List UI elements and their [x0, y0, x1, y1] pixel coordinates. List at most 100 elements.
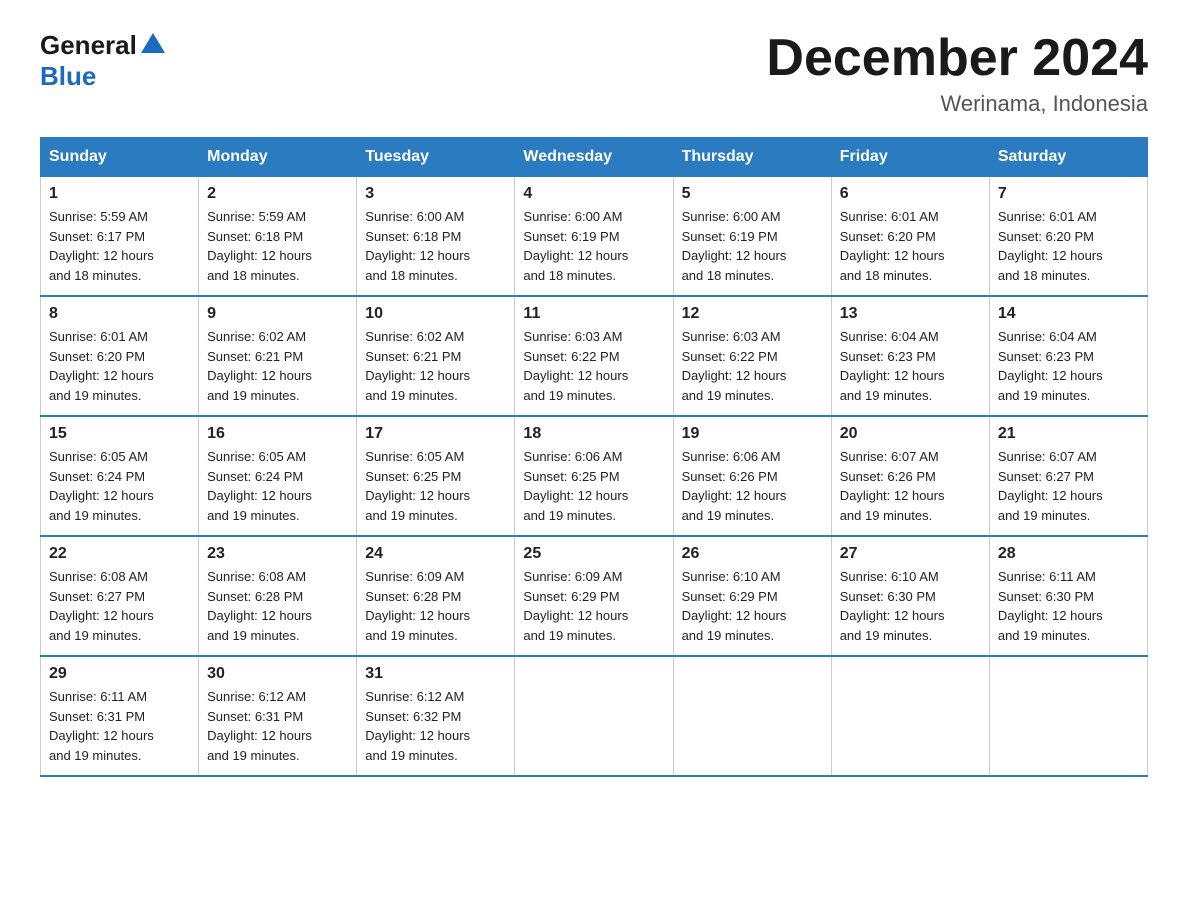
calendar-day-cell	[831, 656, 989, 776]
calendar-day-cell: 9 Sunrise: 6:02 AM Sunset: 6:21 PM Dayli…	[199, 296, 357, 416]
day-number: 19	[682, 425, 823, 443]
day-info: Sunrise: 6:01 AM Sunset: 6:20 PM Dayligh…	[998, 207, 1139, 285]
day-info: Sunrise: 6:09 AM Sunset: 6:28 PM Dayligh…	[365, 567, 506, 645]
calendar-day-cell	[515, 656, 673, 776]
day-number: 1	[49, 185, 190, 203]
day-number: 25	[523, 545, 664, 563]
calendar-week-row: 15 Sunrise: 6:05 AM Sunset: 6:24 PM Dayl…	[41, 416, 1148, 536]
day-number: 28	[998, 545, 1139, 563]
day-number: 4	[523, 185, 664, 203]
day-number: 7	[998, 185, 1139, 203]
calendar-day-cell: 10 Sunrise: 6:02 AM Sunset: 6:21 PM Dayl…	[357, 296, 515, 416]
day-number: 14	[998, 305, 1139, 323]
calendar-day-cell: 12 Sunrise: 6:03 AM Sunset: 6:22 PM Dayl…	[673, 296, 831, 416]
day-info: Sunrise: 6:09 AM Sunset: 6:29 PM Dayligh…	[523, 567, 664, 645]
calendar-day-cell: 31 Sunrise: 6:12 AM Sunset: 6:32 PM Dayl…	[357, 656, 515, 776]
calendar-day-cell: 27 Sunrise: 6:10 AM Sunset: 6:30 PM Dayl…	[831, 536, 989, 656]
day-info: Sunrise: 6:05 AM Sunset: 6:25 PM Dayligh…	[365, 447, 506, 525]
day-info: Sunrise: 6:12 AM Sunset: 6:32 PM Dayligh…	[365, 687, 506, 765]
day-info: Sunrise: 6:06 AM Sunset: 6:25 PM Dayligh…	[523, 447, 664, 525]
calendar-day-cell: 5 Sunrise: 6:00 AM Sunset: 6:19 PM Dayli…	[673, 177, 831, 297]
column-header-thursday: Thursday	[673, 138, 831, 177]
day-number: 2	[207, 185, 348, 203]
day-info: Sunrise: 6:03 AM Sunset: 6:22 PM Dayligh…	[682, 327, 823, 405]
calendar-day-cell: 22 Sunrise: 6:08 AM Sunset: 6:27 PM Dayl…	[41, 536, 199, 656]
calendar-day-cell: 17 Sunrise: 6:05 AM Sunset: 6:25 PM Dayl…	[357, 416, 515, 536]
logo: General Blue	[40, 30, 167, 92]
calendar-table: SundayMondayTuesdayWednesdayThursdayFrid…	[40, 137, 1148, 777]
calendar-week-row: 8 Sunrise: 6:01 AM Sunset: 6:20 PM Dayli…	[41, 296, 1148, 416]
day-number: 21	[998, 425, 1139, 443]
day-info: Sunrise: 6:12 AM Sunset: 6:31 PM Dayligh…	[207, 687, 348, 765]
calendar-day-cell: 24 Sunrise: 6:09 AM Sunset: 6:28 PM Dayl…	[357, 536, 515, 656]
calendar-day-cell: 7 Sunrise: 6:01 AM Sunset: 6:20 PM Dayli…	[989, 177, 1147, 297]
day-info: Sunrise: 6:01 AM Sunset: 6:20 PM Dayligh…	[49, 327, 190, 405]
column-header-wednesday: Wednesday	[515, 138, 673, 177]
day-info: Sunrise: 6:11 AM Sunset: 6:30 PM Dayligh…	[998, 567, 1139, 645]
day-info: Sunrise: 6:10 AM Sunset: 6:29 PM Dayligh…	[682, 567, 823, 645]
day-number: 20	[840, 425, 981, 443]
day-number: 10	[365, 305, 506, 323]
calendar-day-cell: 11 Sunrise: 6:03 AM Sunset: 6:22 PM Dayl…	[515, 296, 673, 416]
day-info: Sunrise: 6:05 AM Sunset: 6:24 PM Dayligh…	[49, 447, 190, 525]
day-number: 18	[523, 425, 664, 443]
day-info: Sunrise: 6:00 AM Sunset: 6:19 PM Dayligh…	[523, 207, 664, 285]
calendar-day-cell	[989, 656, 1147, 776]
day-number: 15	[49, 425, 190, 443]
calendar-week-row: 1 Sunrise: 5:59 AM Sunset: 6:17 PM Dayli…	[41, 177, 1148, 297]
location: Werinama, Indonesia	[766, 91, 1148, 117]
day-number: 22	[49, 545, 190, 563]
calendar-day-cell: 28 Sunrise: 6:11 AM Sunset: 6:30 PM Dayl…	[989, 536, 1147, 656]
day-number: 29	[49, 665, 190, 683]
day-number: 12	[682, 305, 823, 323]
calendar-day-cell	[673, 656, 831, 776]
day-info: Sunrise: 5:59 AM Sunset: 6:18 PM Dayligh…	[207, 207, 348, 285]
day-number: 8	[49, 305, 190, 323]
calendar-day-cell: 23 Sunrise: 6:08 AM Sunset: 6:28 PM Dayl…	[199, 536, 357, 656]
day-info: Sunrise: 5:59 AM Sunset: 6:17 PM Dayligh…	[49, 207, 190, 285]
calendar-day-cell: 18 Sunrise: 6:06 AM Sunset: 6:25 PM Dayl…	[515, 416, 673, 536]
day-number: 23	[207, 545, 348, 563]
day-info: Sunrise: 6:05 AM Sunset: 6:24 PM Dayligh…	[207, 447, 348, 525]
calendar-day-cell: 8 Sunrise: 6:01 AM Sunset: 6:20 PM Dayli…	[41, 296, 199, 416]
calendar-day-cell: 2 Sunrise: 5:59 AM Sunset: 6:18 PM Dayli…	[199, 177, 357, 297]
calendar-header-row: SundayMondayTuesdayWednesdayThursdayFrid…	[41, 138, 1148, 177]
calendar-day-cell: 4 Sunrise: 6:00 AM Sunset: 6:19 PM Dayli…	[515, 177, 673, 297]
day-number: 5	[682, 185, 823, 203]
calendar-week-row: 29 Sunrise: 6:11 AM Sunset: 6:31 PM Dayl…	[41, 656, 1148, 776]
day-info: Sunrise: 6:00 AM Sunset: 6:18 PM Dayligh…	[365, 207, 506, 285]
day-number: 3	[365, 185, 506, 203]
day-number: 11	[523, 305, 664, 323]
calendar-day-cell: 16 Sunrise: 6:05 AM Sunset: 6:24 PM Dayl…	[199, 416, 357, 536]
column-header-monday: Monday	[199, 138, 357, 177]
day-number: 27	[840, 545, 981, 563]
day-info: Sunrise: 6:11 AM Sunset: 6:31 PM Dayligh…	[49, 687, 190, 765]
month-title: December 2024	[766, 30, 1148, 87]
day-number: 16	[207, 425, 348, 443]
title-section: December 2024 Werinama, Indonesia	[766, 30, 1148, 117]
calendar-day-cell: 15 Sunrise: 6:05 AM Sunset: 6:24 PM Dayl…	[41, 416, 199, 536]
day-info: Sunrise: 6:08 AM Sunset: 6:28 PM Dayligh…	[207, 567, 348, 645]
day-info: Sunrise: 6:04 AM Sunset: 6:23 PM Dayligh…	[998, 327, 1139, 405]
calendar-day-cell: 20 Sunrise: 6:07 AM Sunset: 6:26 PM Dayl…	[831, 416, 989, 536]
day-info: Sunrise: 6:02 AM Sunset: 6:21 PM Dayligh…	[365, 327, 506, 405]
logo-blue: Blue	[40, 61, 96, 91]
calendar-day-cell: 19 Sunrise: 6:06 AM Sunset: 6:26 PM Dayl…	[673, 416, 831, 536]
day-number: 17	[365, 425, 506, 443]
day-info: Sunrise: 6:06 AM Sunset: 6:26 PM Dayligh…	[682, 447, 823, 525]
calendar-day-cell: 25 Sunrise: 6:09 AM Sunset: 6:29 PM Dayl…	[515, 536, 673, 656]
calendar-week-row: 22 Sunrise: 6:08 AM Sunset: 6:27 PM Dayl…	[41, 536, 1148, 656]
calendar-day-cell: 13 Sunrise: 6:04 AM Sunset: 6:23 PM Dayl…	[831, 296, 989, 416]
day-number: 6	[840, 185, 981, 203]
calendar-day-cell: 30 Sunrise: 6:12 AM Sunset: 6:31 PM Dayl…	[199, 656, 357, 776]
day-info: Sunrise: 6:04 AM Sunset: 6:23 PM Dayligh…	[840, 327, 981, 405]
column-header-saturday: Saturday	[989, 138, 1147, 177]
day-number: 13	[840, 305, 981, 323]
column-header-friday: Friday	[831, 138, 989, 177]
day-info: Sunrise: 6:02 AM Sunset: 6:21 PM Dayligh…	[207, 327, 348, 405]
logo-triangle-icon	[139, 31, 167, 55]
calendar-day-cell: 1 Sunrise: 5:59 AM Sunset: 6:17 PM Dayli…	[41, 177, 199, 297]
calendar-day-cell: 26 Sunrise: 6:10 AM Sunset: 6:29 PM Dayl…	[673, 536, 831, 656]
page-header: General Blue December 2024 Werinama, Ind…	[40, 30, 1148, 117]
day-number: 30	[207, 665, 348, 683]
